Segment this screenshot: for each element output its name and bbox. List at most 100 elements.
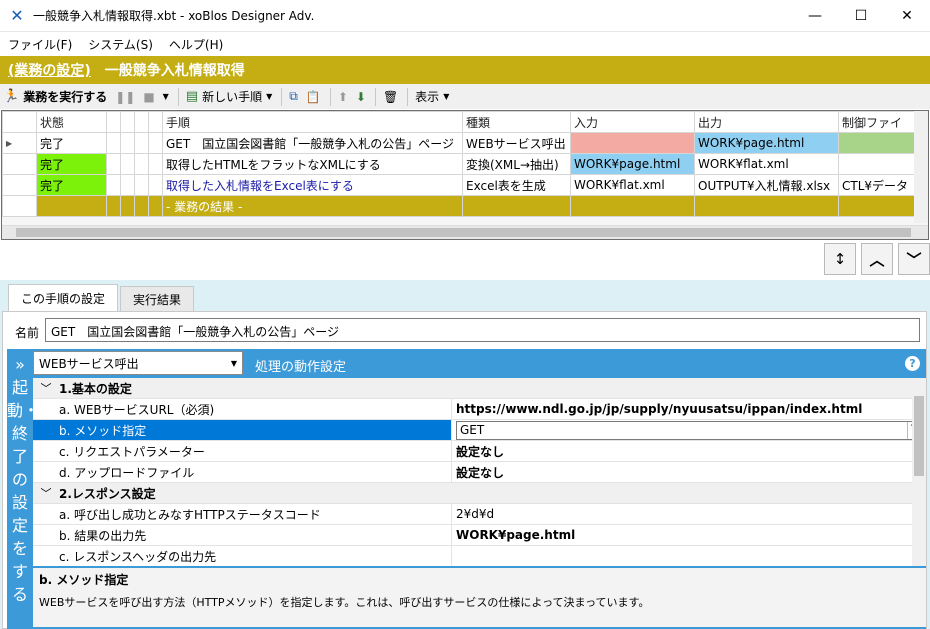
flag-cell[interactable] — [120, 132, 135, 154]
method-select[interactable]: GET ﹀ — [456, 420, 924, 440]
input-cell[interactable] — [570, 132, 695, 154]
flag-cell[interactable] — [120, 153, 135, 175]
status-cell[interactable]: 完了 — [36, 174, 107, 196]
stop-button[interactable]: ■ — [140, 86, 157, 108]
table-row[interactable]: 完了 取得したHTMLをフラットなXMLにする 変換(XML→抽出) WORK¥… — [2, 153, 915, 175]
property-group[interactable]: ﹀ 2.レスポンス設定 — [33, 483, 926, 504]
run-dropdown[interactable]: ▼ — [160, 86, 172, 108]
maximize-button[interactable]: ☐ — [838, 0, 884, 32]
kind-cell[interactable]: WEBサービス呼出 — [462, 132, 571, 154]
property-scrollbar[interactable] — [912, 378, 926, 566]
run-button[interactable]: 🏃 業務を実行する — [0, 86, 110, 108]
grid-horizontal-scrollbar[interactable] — [2, 225, 928, 239]
property-value[interactable]: 設定なし — [452, 441, 926, 461]
flag-cell[interactable] — [134, 132, 149, 154]
property-row[interactable]: b. メソッド指定 GET ﹀ — [33, 420, 926, 441]
tab-results[interactable]: 実行結果 — [120, 286, 195, 311]
flag-cell[interactable] — [120, 174, 135, 196]
result-cell[interactable] — [570, 195, 695, 217]
expand-down-button[interactable]: ﹀ — [898, 243, 930, 275]
flag-cell[interactable] — [106, 153, 121, 175]
view-button[interactable]: 表示 ▼ — [412, 86, 452, 108]
step-cell[interactable]: GET 国立国会図書館「一般競争入札の公告」ページ — [162, 132, 463, 154]
column-header-output[interactable]: 出力 — [694, 111, 839, 133]
result-cell[interactable] — [120, 195, 135, 217]
result-label[interactable]: - 業務の結果 - — [162, 195, 463, 217]
breadcrumb-link[interactable]: (業務の設定) — [8, 60, 91, 80]
close-button[interactable]: ✕ — [884, 0, 930, 32]
result-row[interactable]: - 業務の結果 - — [2, 195, 915, 217]
table-row[interactable]: ▶ 完了 GET 国立国会図書館「一般競争入札の公告」ページ WEBサービス呼出… — [2, 132, 915, 154]
control-cell[interactable]: CTL¥データ — [838, 174, 915, 196]
result-cell[interactable] — [838, 195, 915, 217]
result-cell[interactable] — [106, 195, 121, 217]
resize-button[interactable]: ↕ — [824, 243, 856, 275]
flag-cell[interactable] — [106, 132, 121, 154]
new-step-button[interactable]: ▤ 新しい手順 ▼ — [183, 86, 275, 108]
column-header-flag[interactable] — [148, 111, 163, 133]
kind-cell[interactable]: Excel表を生成 — [462, 174, 571, 196]
column-header-status[interactable]: 状態 — [36, 111, 107, 133]
startup-settings-toggle[interactable]: » 起動・終了の設定をする — [7, 349, 39, 629]
property-value[interactable]: https://www.ndl.go.jp/jp/supply/nyuusats… — [452, 399, 926, 419]
property-value[interactable]: 設定なし — [452, 462, 926, 482]
column-header-step[interactable]: 手順 — [162, 111, 463, 133]
menu-file[interactable]: ファイル(F) — [0, 36, 80, 53]
column-header-input[interactable]: 入力 — [570, 111, 695, 133]
copy-button[interactable]: ⧉ — [286, 86, 301, 108]
column-header-control[interactable]: 制御ファイ — [838, 111, 915, 133]
property-row[interactable]: c. レスポンスヘッダの出力先 — [33, 546, 926, 566]
column-header-flag[interactable] — [134, 111, 149, 133]
name-field[interactable]: GET 国立国会図書館「一般競争入札の公告」ページ — [45, 318, 920, 342]
collapse-up-button[interactable]: ︿ — [861, 243, 893, 275]
result-cell[interactable] — [148, 195, 163, 217]
property-row[interactable]: c. リクエストパラメーター 設定なし — [33, 441, 926, 462]
property-group[interactable]: ﹀ 1.基本の設定 — [33, 378, 926, 399]
column-header-flag[interactable] — [106, 111, 121, 133]
step-cell[interactable]: 取得したHTMLをフラットなXMLにする — [162, 153, 463, 175]
flag-cell[interactable] — [134, 153, 149, 175]
operation-type-select[interactable]: WEBサービス呼出 ▼ — [33, 351, 243, 375]
property-value[interactable] — [452, 546, 926, 566]
result-cell[interactable] — [694, 195, 839, 217]
flag-cell[interactable] — [134, 174, 149, 196]
output-cell[interactable]: OUTPUT¥入札情報.xlsx — [694, 174, 839, 196]
output-cell[interactable]: WORK¥flat.xml — [694, 153, 839, 175]
control-cell[interactable] — [838, 153, 915, 175]
input-cell[interactable]: WORK¥page.html — [570, 153, 695, 175]
result-cell[interactable] — [462, 195, 571, 217]
column-header-kind[interactable]: 種類 — [462, 111, 571, 133]
property-value[interactable]: WORK¥page.html — [452, 525, 926, 545]
scrollbar-thumb[interactable] — [914, 396, 924, 476]
kind-cell[interactable]: 変換(XML→抽出) — [462, 153, 571, 175]
output-cell[interactable]: WORK¥page.html — [694, 132, 839, 154]
menu-help[interactable]: ヘルプ(H) — [161, 36, 231, 53]
property-row[interactable]: a. WEBサービスURL（必須) https://www.ndl.go.jp/… — [33, 399, 926, 420]
column-header-flag[interactable] — [120, 111, 135, 133]
flag-cell[interactable] — [148, 174, 163, 196]
steps-grid[interactable]: 状態 手順 種類 入力 出力 制御ファイ ▶ 完了 GET 国立国会図書館「一般… — [1, 110, 929, 240]
scrollbar-thumb[interactable] — [16, 228, 911, 237]
tab-step-settings[interactable]: この手順の設定 — [8, 284, 119, 311]
property-row[interactable]: b. 結果の出力先 WORK¥page.html — [33, 525, 926, 546]
flag-cell[interactable] — [148, 153, 163, 175]
paste-button[interactable]: 📋 — [303, 86, 324, 108]
result-cell[interactable] — [134, 195, 149, 217]
step-cell[interactable]: 取得した入札情報をExcel表にする — [162, 174, 463, 196]
delete-button[interactable]: 🗑 — [380, 86, 401, 108]
property-row[interactable]: d. アップロードファイル 設定なし — [33, 462, 926, 483]
property-row[interactable]: a. 呼び出し成功とみなすHTTPステータスコード 2¥d¥d — [33, 504, 926, 525]
collapse-icon[interactable]: ﹀ — [33, 485, 59, 501]
pause-button[interactable]: ❚❚ — [112, 86, 138, 108]
status-cell[interactable]: 完了 — [36, 132, 107, 154]
table-row[interactable]: 完了 取得した入札情報をExcel表にする Excel表を生成 WORK¥fla… — [2, 174, 915, 196]
grid-vertical-scrollbar[interactable] — [914, 111, 928, 223]
property-grid[interactable]: ﹀ 1.基本の設定 a. WEBサービスURL（必須) https://www.… — [33, 378, 926, 566]
result-cell[interactable] — [36, 195, 107, 217]
help-icon[interactable]: ? — [905, 356, 920, 371]
collapse-icon[interactable]: ﹀ — [33, 380, 59, 396]
input-cell[interactable]: WORK¥flat.xml — [570, 174, 695, 196]
move-down-button[interactable]: ⬇ — [353, 86, 369, 108]
minimize-button[interactable]: — — [792, 0, 838, 32]
property-value-cell[interactable]: GET ﹀ — [452, 420, 926, 440]
